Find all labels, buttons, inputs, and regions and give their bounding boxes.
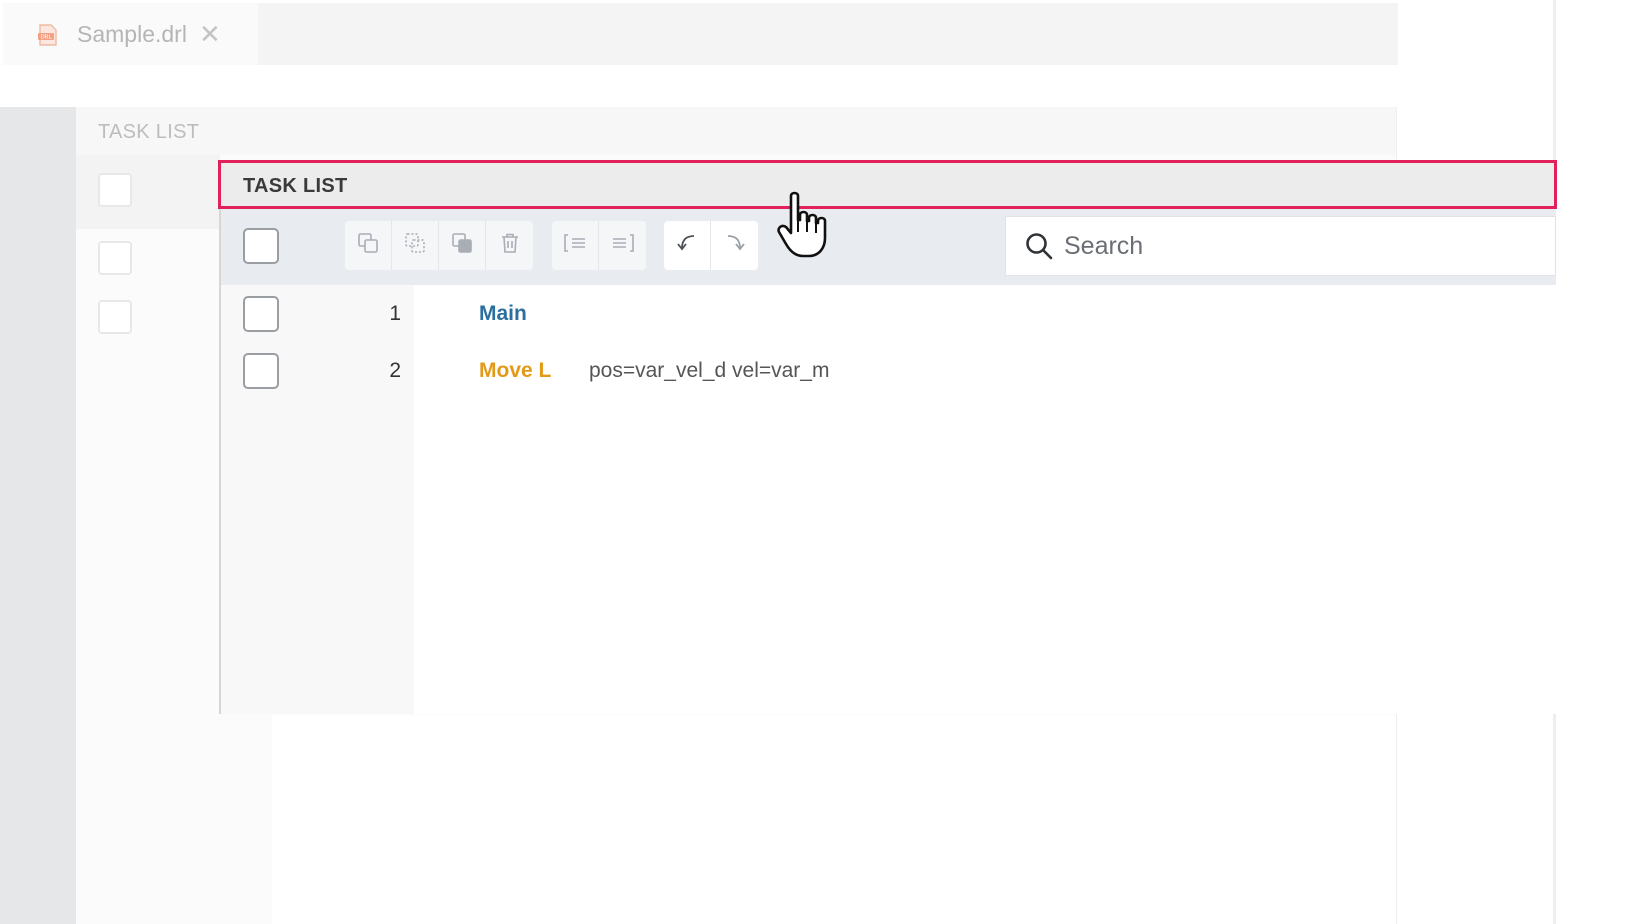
- row-number: 2: [389, 359, 401, 382]
- paste-icon: [450, 231, 474, 260]
- indent-button[interactable]: [599, 221, 646, 270]
- row-command: Main: [479, 302, 527, 325]
- cut-button[interactable]: [392, 221, 439, 270]
- task-list-header[interactable]: TASK LIST: [221, 161, 1556, 209]
- outdent-button[interactable]: [552, 221, 599, 270]
- history-button-group: [664, 221, 758, 270]
- delete-icon: [498, 231, 522, 260]
- hand-pointer-icon: [775, 190, 831, 260]
- outdent-icon: [562, 231, 588, 260]
- drl-file-icon: DRL: [37, 24, 59, 46]
- background-panel-header: TASK LIST: [76, 107, 1396, 155]
- cut-icon: [403, 231, 427, 260]
- background-row-checkbox[interactable]: [98, 300, 132, 334]
- copy-button[interactable]: [345, 221, 392, 270]
- row-checkbox[interactable]: [243, 296, 279, 332]
- search-icon: [1024, 231, 1054, 261]
- task-row[interactable]: 1 Main: [221, 287, 1556, 343]
- edit-button-group: [345, 221, 533, 270]
- delete-button[interactable]: [486, 221, 533, 270]
- copy-icon: [356, 231, 380, 260]
- task-list-window: TASK LIST Search 1 Main 2 Move L pos=var…: [219, 161, 1558, 714]
- paste-button[interactable]: [439, 221, 486, 270]
- background-content-area: [272, 715, 1396, 924]
- background-select-all-checkbox[interactable]: [98, 173, 132, 207]
- select-all-checkbox[interactable]: [243, 228, 279, 264]
- undo-button[interactable]: [664, 221, 711, 270]
- task-list-title: TASK LIST: [243, 175, 348, 197]
- close-icon[interactable]: ✕: [199, 21, 221, 47]
- redo-button[interactable]: [711, 221, 758, 270]
- task-row[interactable]: 2 Move L pos=var_vel_d vel=var_m: [221, 344, 1556, 400]
- background-row-checkbox[interactable]: [98, 241, 132, 275]
- task-list-toolbar: [221, 209, 1556, 285]
- sidebar: [0, 107, 76, 924]
- undo-icon: [674, 230, 700, 261]
- row-number: 1: [389, 302, 401, 325]
- indent-button-group: [552, 221, 646, 270]
- tab-sample-drl[interactable]: DRL Sample.drl ✕: [3, 3, 258, 65]
- row-checkbox[interactable]: [243, 353, 279, 389]
- background-panel-title: TASK LIST: [98, 121, 200, 143]
- redo-icon: [722, 230, 748, 261]
- row-command: Move L: [479, 359, 552, 382]
- search-box: [1005, 216, 1556, 276]
- svg-text:DRL: DRL: [40, 35, 52, 41]
- row-args: pos=var_vel_d vel=var_m: [589, 359, 830, 382]
- search-input[interactable]: [1062, 230, 1526, 262]
- tab-label: Sample.drl: [77, 20, 187, 47]
- indent-icon: [610, 231, 636, 260]
